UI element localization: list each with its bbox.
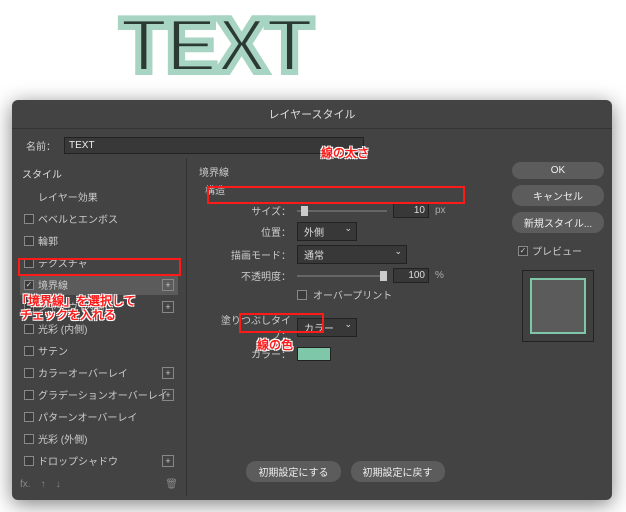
sidebar-item-3[interactable]: テクスチャ — [20, 252, 178, 273]
checkbox-icon[interactable] — [24, 258, 34, 268]
size-slider[interactable] — [297, 210, 387, 212]
sidebar-item-10[interactable]: パターンオーバーレイ — [20, 406, 178, 427]
size-input[interactable]: 10 — [393, 203, 429, 218]
plus-icon[interactable]: + — [162, 301, 174, 313]
structure-heading: 構造 — [197, 182, 494, 197]
sidebar-item-label: パターンオーバーレイ — [38, 409, 137, 424]
preview-label: プレビュー — [532, 243, 582, 258]
section-heading: 境界線 — [197, 164, 494, 179]
styles-sidebar: スタイル レイヤー効果ベベルとエンボス輪郭テクスチャ境界線 + シャドウ (内側) +… — [12, 158, 187, 496]
styles-heading: スタイル — [20, 162, 178, 185]
overprint-checkbox[interactable] — [297, 290, 307, 300]
name-input[interactable] — [64, 137, 364, 154]
sidebar-item-label: 境界線 — [38, 277, 68, 292]
sidebar-item-label: 輪郭 — [38, 233, 58, 248]
blend-label: 描画モード： — [211, 247, 291, 262]
up-icon[interactable]: ↑ — [41, 479, 46, 490]
opacity-input[interactable]: 100 — [393, 268, 429, 283]
sidebar-item-label: サテン — [38, 343, 68, 358]
sidebar-item-5[interactable]: シャドウ (内側) + — [20, 296, 178, 317]
size-label: サイズ： — [211, 203, 291, 218]
sidebar-item-label: カラーオーバーレイ — [38, 365, 128, 380]
checkbox-icon[interactable] — [24, 280, 34, 290]
sidebar-item-9[interactable]: グラデーションオーバーレイ+ — [20, 384, 178, 405]
preview-checkbox[interactable] — [518, 246, 528, 256]
size-row: サイズ： 10 px — [211, 203, 494, 218]
sidebar-item-label: グラデーションオーバーレイ — [38, 387, 168, 402]
overprint-label: オーバープリント — [313, 287, 392, 302]
plus-icon[interactable]: + — [162, 367, 174, 379]
opacity-label: 不透明度： — [211, 268, 291, 283]
checkbox-icon[interactable] — [24, 236, 34, 246]
checkbox-icon[interactable] — [24, 214, 34, 224]
position-label: 位置： — [211, 224, 291, 239]
right-panel: OK キャンセル 新規スタイル... プレビュー — [504, 158, 612, 496]
sidebar-item-7[interactable]: サテン — [20, 340, 178, 361]
sidebar-item-0[interactable]: レイヤー効果 — [20, 186, 178, 207]
checkbox-icon[interactable] — [24, 324, 34, 334]
filltype-dropdown[interactable]: カラー — [297, 318, 357, 337]
filltype-label: 塗りつぶしタイプ： — [211, 312, 291, 342]
checkbox-icon[interactable] — [24, 434, 34, 444]
reset-default-button[interactable]: 初期設定に戻す — [351, 461, 445, 482]
checkbox-icon[interactable] — [24, 346, 34, 356]
dialog-title: レイヤースタイル — [12, 100, 612, 129]
color-label: カラー： — [211, 346, 291, 361]
ok-button[interactable]: OK — [512, 162, 604, 179]
sidebar-footer: fx. ↑ ↓ 🗑 — [20, 479, 178, 490]
sidebar-item-label: ベベルとエンボス — [38, 211, 118, 226]
sidebar-item-label: 光彩 (内側) — [38, 321, 87, 336]
plus-icon[interactable]: + — [162, 279, 174, 291]
blend-dropdown[interactable]: 通常 — [297, 245, 407, 264]
opacity-slider[interactable] — [297, 275, 387, 277]
layer-style-dialog: レイヤースタイル 名前： スタイル レイヤー効果ベベルとエンボス輪郭テクスチャ境… — [12, 100, 612, 500]
checkbox-icon[interactable] — [24, 412, 34, 422]
sidebar-item-12[interactable]: ドロップシャドウ + — [20, 450, 178, 471]
down-icon[interactable]: ↓ — [56, 479, 61, 490]
fx-icon[interactable]: fx. — [20, 479, 31, 490]
size-unit: px — [435, 205, 446, 216]
make-default-button[interactable]: 初期設定にする — [246, 461, 340, 482]
cancel-button[interactable]: キャンセル — [512, 185, 604, 206]
preview-box — [522, 270, 594, 342]
trash-icon[interactable]: 🗑 — [165, 479, 178, 490]
sidebar-item-label: レイヤー効果 — [38, 189, 98, 204]
sidebar-item-1[interactable]: ベベルとエンボス — [20, 208, 178, 229]
color-swatch[interactable] — [297, 347, 331, 361]
opacity-unit: % — [435, 270, 444, 281]
sidebar-item-6[interactable]: 光彩 (内側) — [20, 318, 178, 339]
sidebar-item-label: テクスチャ — [38, 255, 88, 270]
name-label: 名前： — [26, 138, 56, 153]
sidebar-item-8[interactable]: カラーオーバーレイ + — [20, 362, 178, 383]
sidebar-item-label: ドロップシャドウ — [38, 453, 118, 468]
checkbox-icon[interactable] — [24, 390, 34, 400]
preview-inner — [530, 278, 586, 334]
stroke-settings: 境界線 構造 サイズ： 10 px 線の太さ 位置： 外側 描画モード： 通常 … — [187, 158, 504, 496]
sidebar-item-4[interactable]: 境界線 + — [20, 274, 178, 295]
sample-text: TEXT — [120, 0, 311, 91]
plus-icon[interactable]: + — [162, 389, 174, 401]
plus-icon[interactable]: + — [162, 455, 174, 467]
sidebar-item-11[interactable]: 光彩 (外側) — [20, 428, 178, 449]
sidebar-item-label: シャドウ (内側) — [38, 299, 107, 314]
sidebar-item-label: 光彩 (外側) — [38, 431, 87, 446]
checkbox-icon[interactable] — [24, 456, 34, 466]
checkbox-icon[interactable] — [24, 368, 34, 378]
sidebar-item-2[interactable]: 輪郭 — [20, 230, 178, 251]
new-style-button[interactable]: 新規スタイル... — [512, 212, 604, 233]
checkbox-icon[interactable] — [24, 302, 34, 312]
position-dropdown[interactable]: 外側 — [297, 222, 357, 241]
